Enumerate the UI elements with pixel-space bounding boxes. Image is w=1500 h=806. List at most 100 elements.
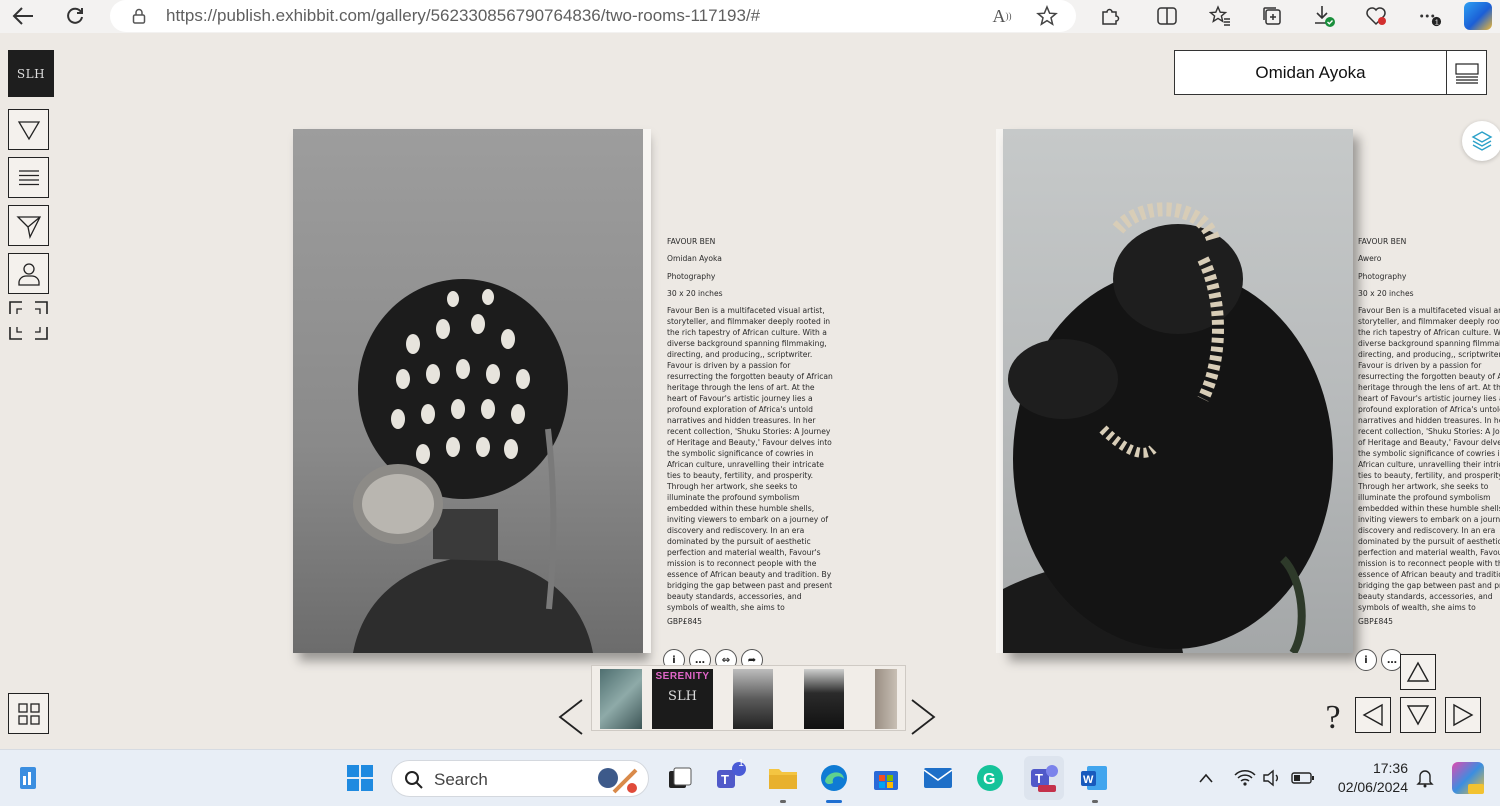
menu-button[interactable]	[1446, 50, 1487, 95]
task-view-icon[interactable]	[664, 762, 696, 794]
browser-essentials-icon[interactable]	[1364, 4, 1388, 28]
search-label: Search	[434, 770, 488, 789]
read-aloud-icon[interactable]: A))	[990, 4, 1014, 28]
edge-icon[interactable]	[818, 762, 850, 794]
thumbnail-serenity[interactable]: SERENITY SLH	[652, 669, 713, 729]
triangle-down-icon	[1406, 705, 1430, 726]
word-icon[interactable]: W	[1078, 762, 1110, 794]
artwork-description: Favour Ben is a multifaceted visual arti…	[1358, 306, 1500, 613]
artwork-title: Awero	[1358, 254, 1382, 264]
favorites-icon[interactable]	[1208, 4, 1232, 28]
system-clock[interactable]: 17:36 02/06/2024	[1328, 759, 1408, 797]
thumbnail-label: SERENITY	[655, 671, 710, 682]
thumbnail-1[interactable]	[600, 669, 642, 729]
profile-button[interactable]	[8, 253, 49, 294]
lock-icon	[132, 8, 146, 24]
artwork-price: GBP£845	[667, 617, 702, 627]
send-icon	[15, 215, 41, 239]
move-right-button[interactable]	[1445, 697, 1481, 733]
artwork-image-right[interactable]	[1003, 129, 1353, 653]
hamburger-icon	[18, 169, 39, 185]
grid-view-button[interactable]	[8, 693, 49, 734]
thumbnail-3[interactable]	[733, 669, 773, 729]
triangle-up-icon	[1406, 661, 1430, 682]
copilot-icon[interactable]	[1464, 2, 1492, 30]
file-explorer-icon[interactable]	[767, 762, 799, 794]
artwork-size: 30 x 20 inches	[1358, 288, 1414, 298]
chevron-up-icon[interactable]	[1194, 762, 1218, 794]
more-options-icon[interactable]: 1	[1418, 4, 1442, 28]
artwork-caption-left: FAVOUR BEN Omidan Ayoka Photography 30 x…	[667, 236, 833, 627]
clock-time: 17:36	[1372, 760, 1408, 776]
triangle-left-icon	[1362, 703, 1383, 727]
wifi-icon[interactable]	[1233, 762, 1257, 794]
microsoft-store-icon[interactable]	[870, 762, 902, 794]
exhibition-title: Omidan Ayoka	[1255, 62, 1366, 82]
triangle-right-icon	[1453, 703, 1474, 727]
thumbnail-5[interactable]	[875, 669, 897, 729]
windows-taskbar: Search T 1 G T W 17:36 02/06/2024	[0, 749, 1500, 806]
back-icon[interactable]	[8, 2, 38, 30]
filter-button[interactable]	[8, 109, 49, 150]
triangle-down-icon	[17, 120, 40, 140]
move-up-button[interactable]	[1400, 654, 1436, 690]
artwork-description: Favour Ben is a multifaceted visual arti…	[667, 306, 833, 613]
carousel-next-icon[interactable]	[908, 697, 938, 737]
layers-icon	[1471, 131, 1493, 151]
move-down-button[interactable]	[1400, 697, 1436, 733]
running-indicator	[780, 800, 786, 803]
share-button[interactable]	[8, 205, 49, 246]
sidebar-assistant-bubble[interactable]	[1462, 121, 1500, 161]
fullscreen-button[interactable]	[8, 300, 49, 341]
artist-name: FAVOUR BEN	[667, 237, 716, 246]
start-icon[interactable]	[344, 762, 376, 794]
grid-icon	[17, 702, 40, 725]
svg-text:1: 1	[1435, 17, 1439, 26]
battery-icon[interactable]	[1290, 762, 1316, 794]
teams-icon[interactable]: T 1	[715, 758, 747, 794]
volume-icon[interactable]	[1260, 762, 1284, 794]
artwork-caption-right: FAVOUR BEN Awero Photography 30 x 20 inc…	[1358, 236, 1500, 627]
artwork-price: GBP£845	[1358, 617, 1393, 627]
artwork-medium: Photography	[667, 271, 716, 281]
taskbar-search[interactable]: Search	[391, 760, 649, 797]
thumbnail-logo: SLH	[668, 689, 697, 704]
teams-badge: 1	[738, 758, 744, 769]
gallery-logo[interactable]: SLH	[8, 50, 54, 97]
widgets-icon[interactable]	[12, 762, 44, 794]
artwork-medium: Photography	[1358, 271, 1407, 281]
collections-icon[interactable]	[1260, 4, 1284, 28]
downloads-icon[interactable]	[1312, 4, 1336, 28]
exhibition-title-box[interactable]: Omidan Ayoka	[1174, 50, 1447, 95]
help-button[interactable]: ?	[1320, 700, 1346, 736]
teams-new-icon[interactable]: T	[1024, 756, 1064, 800]
notification-bell-icon[interactable]	[1413, 762, 1437, 794]
running-indicator	[1092, 800, 1098, 803]
address-bar[interactable]: https://publish.exhibbit.com/gallery/562…	[110, 0, 1076, 32]
split-screen-icon[interactable]	[1155, 4, 1179, 28]
copilot-preview-icon[interactable]	[1452, 762, 1484, 794]
fullscreen-icon	[9, 301, 48, 340]
carousel-prev-icon[interactable]	[556, 697, 586, 737]
search-icon	[405, 771, 423, 789]
browser-toolbar: https://publish.exhibbit.com/gallery/562…	[0, 0, 1500, 33]
list-button[interactable]	[8, 157, 49, 198]
extensions-icon[interactable]	[1098, 4, 1122, 28]
mail-icon[interactable]	[922, 762, 954, 794]
gallery-viewer: SLH Omidan Ayoka FAVOUR BEN Omidan Ayoka…	[0, 33, 1500, 749]
grammarly-icon[interactable]: G	[974, 762, 1006, 794]
artist-name: FAVOUR BEN	[1358, 237, 1407, 246]
refresh-icon[interactable]	[60, 2, 90, 30]
favorite-star-icon[interactable]	[1035, 4, 1059, 28]
svg-text:T: T	[721, 772, 729, 787]
braided-hair-cowries-photo	[353, 279, 593, 653]
artwork-image-left[interactable]	[293, 129, 643, 653]
thumbnail-4[interactable]	[804, 669, 844, 729]
info-button[interactable]: i	[1355, 649, 1377, 671]
artwork-title: Omidan Ayoka	[667, 254, 722, 264]
hair-bun-cowries-photo	[1003, 202, 1333, 653]
svg-text:W: W	[1083, 774, 1094, 786]
logo-text: SLH	[16, 66, 46, 81]
artwork-size: 30 x 20 inches	[667, 288, 723, 298]
move-left-button[interactable]	[1355, 697, 1391, 733]
